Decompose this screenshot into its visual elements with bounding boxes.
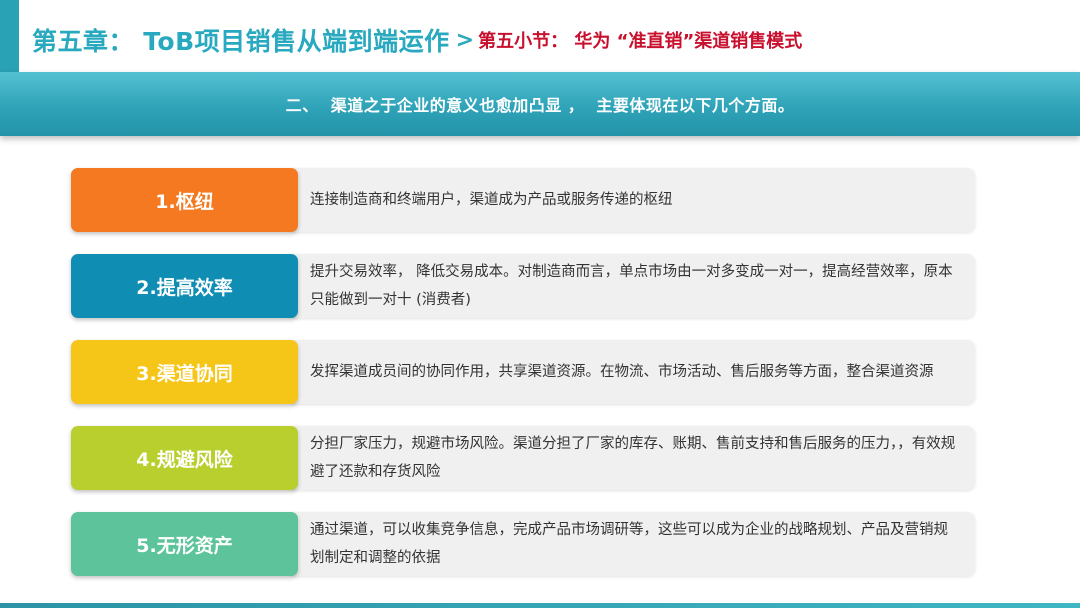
item-description-box: 分担厂家压力，规避市场风险。渠道分担了厂家的库存、账期、售前支持和售后服务的压力… xyxy=(288,426,975,490)
item-description: 连接制造商和终端用户，渠道成为产品或服务传递的枢纽 xyxy=(310,192,673,208)
item-description-box: 连接制造商和终端用户，渠道成为产品或服务传递的枢纽 xyxy=(288,168,975,232)
item-label-efficiency: 2.提高效率 xyxy=(71,254,298,318)
item-label-pivot: 1.枢纽 xyxy=(71,168,298,232)
item-description: 提升交易效率， 降低交易成本。对制造商而言，单点市场由一对多变成一对一，提高经营… xyxy=(310,264,953,308)
separator-chevron: > xyxy=(455,27,475,53)
item-label-synergy: 3.渠道协同 xyxy=(71,340,298,404)
section-title: 第五小节： 华为 “准直销”渠道销售模式 xyxy=(478,31,803,52)
item-description-box: 通过渠道，可以收集竞争信息，完成产品市场调研等，这些可以成为企业的战略规划、产品… xyxy=(288,512,975,576)
item-description-box: 发挥渠道成员间的协同作用，共享渠道资源。在物流、市场活动、售后服务等方面，整合渠… xyxy=(288,340,975,404)
footer-strip xyxy=(0,603,1080,608)
section-banner: 二、 渠道之于企业的意义也愈加凸显 ， 主要体现在以下几个方面。 xyxy=(0,72,1080,136)
banner-text: 二、 渠道之于企业的意义也愈加凸显 ， 主要体现在以下几个方面。 xyxy=(285,96,795,115)
header: 第五章： ToB项目销售从端到端运作 > 第五小节： 华为 “准直销”渠道销售模… xyxy=(32,18,802,62)
item-label-intangible-assets: 5.无形资产 xyxy=(71,512,298,576)
item-description-box: 提升交易效率， 降低交易成本。对制造商而言，单点市场由一对多变成一对一，提高经营… xyxy=(288,254,975,318)
item-description: 发挥渠道成员间的协同作用，共享渠道资源。在物流、市场活动、售后服务等方面，整合渠… xyxy=(310,364,934,380)
header-accent-bar xyxy=(0,0,19,72)
item-description: 分担厂家压力，规避市场风险。渠道分担了厂家的库存、账期、售前支持和售后服务的压力… xyxy=(310,436,956,480)
item-description: 通过渠道，可以收集竞争信息，完成产品市场调研等，这些可以成为企业的战略规划、产品… xyxy=(310,522,948,566)
chapter-title: 第五章： ToB项目销售从端到端运作 xyxy=(32,27,450,56)
item-label-risk: 4.规避风险 xyxy=(71,426,298,490)
